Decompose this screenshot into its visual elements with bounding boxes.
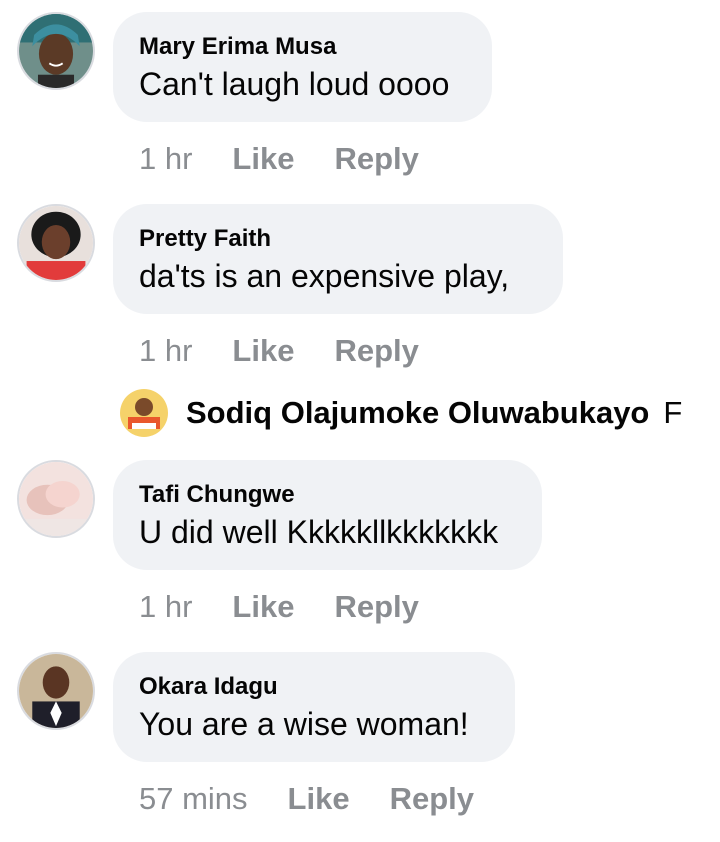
avatar-image: [19, 206, 93, 280]
comment-text: da'ts is an expensive play,: [139, 258, 510, 294]
comment-time[interactable]: 1 hr: [139, 333, 192, 369]
comment-author[interactable]: Mary Erima Musa: [139, 32, 466, 62]
reply-trailing-text: F: [663, 395, 683, 430]
like-button[interactable]: Like: [232, 141, 294, 177]
reply-button[interactable]: Reply: [390, 781, 474, 817]
avatar-image: [19, 654, 93, 728]
comment-actions: 1 hr Like Reply: [139, 141, 459, 177]
comment-author[interactable]: Tafi Chungwe: [139, 480, 516, 510]
reply-preview[interactable]: Sodiq Olajumoke Oluwabukayo F: [120, 389, 682, 437]
reply-button[interactable]: Reply: [334, 589, 418, 625]
avatar-image: [19, 14, 93, 88]
comment-actions: 1 hr Like Reply: [139, 333, 459, 369]
like-button[interactable]: Like: [288, 781, 350, 817]
comment-time[interactable]: 1 hr: [139, 141, 192, 177]
avatar[interactable]: [17, 460, 95, 538]
comment-text: Can't laugh loud oooo: [139, 66, 450, 102]
avatar[interactable]: [17, 204, 95, 282]
comment-bubble: Okara Idagu You are a wise woman!: [113, 652, 515, 762]
avatar[interactable]: [17, 652, 95, 730]
avatar[interactable]: [17, 12, 95, 90]
reply-button[interactable]: Reply: [334, 333, 418, 369]
like-button[interactable]: Like: [232, 333, 294, 369]
comment-actions: 1 hr Like Reply: [139, 589, 459, 625]
comment-bubble: Tafi Chungwe U did well Kkkkkllkkkkkkk: [113, 460, 542, 570]
reply-button[interactable]: Reply: [334, 141, 418, 177]
comment-author[interactable]: Okara Idagu: [139, 672, 489, 702]
like-button[interactable]: Like: [232, 589, 294, 625]
reply-author[interactable]: Sodiq Olajumoke Oluwabukayo: [186, 395, 649, 431]
comment-text: You are a wise woman!: [139, 706, 469, 742]
comment-text: U did well Kkkkkllkkkkkkk: [139, 514, 499, 550]
comment-actions: 57 mins Like Reply: [139, 781, 514, 817]
comment-bubble: Pretty Faith da'ts is an expensive play,: [113, 204, 563, 314]
comment-bubble: Mary Erima Musa Can't laugh loud oooo: [113, 12, 492, 122]
avatar-image: [19, 462, 93, 536]
reply-avatar[interactable]: [120, 389, 168, 437]
avatar-image: [120, 389, 168, 437]
comment-time[interactable]: 1 hr: [139, 589, 192, 625]
comment-time[interactable]: 57 mins: [139, 781, 248, 817]
comment-author[interactable]: Pretty Faith: [139, 224, 537, 254]
